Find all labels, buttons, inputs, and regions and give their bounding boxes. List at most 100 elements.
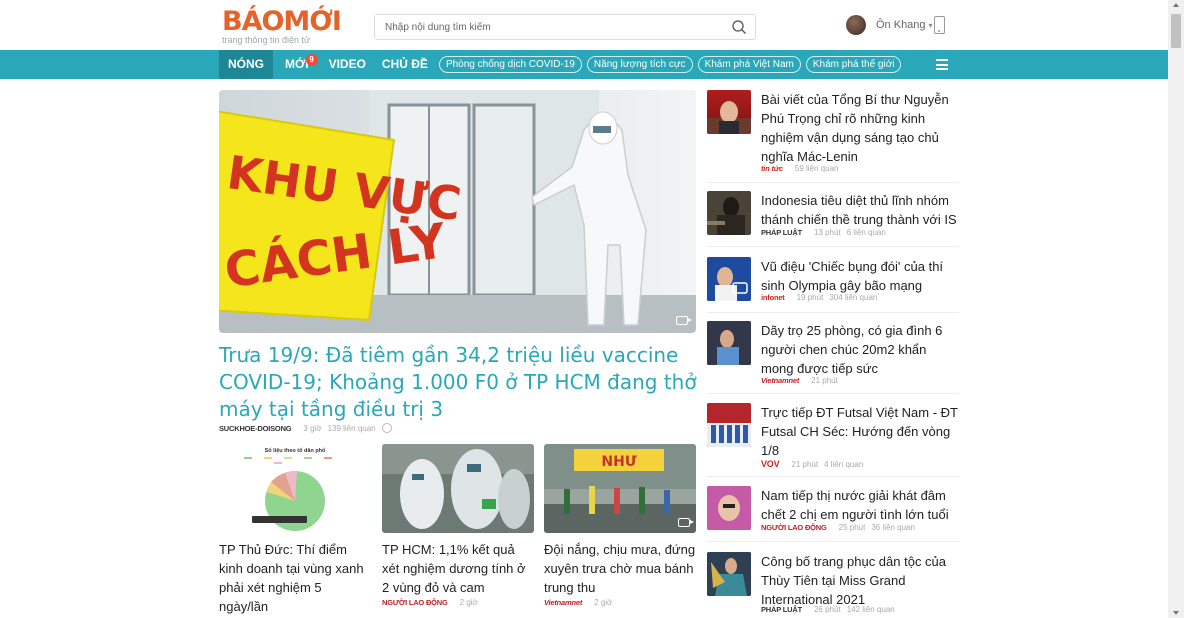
source-logo[interactable]: PHÁP LUẬT (761, 228, 802, 237)
hero-meta: SUCKHOE-DOISONG 3 giờ 139 liên quan (219, 423, 392, 433)
publish-time: 19 phút (796, 293, 824, 302)
hamburger-menu-icon[interactable] (936, 59, 948, 70)
sidebar-article[interactable]: Vũ điệu 'Chiếc bụng đói' của thí sinh Ol… (707, 257, 959, 313)
user-menu[interactable]: Ôn Khang ▾ (846, 15, 933, 35)
street-queue-photo: NHƯ (544, 444, 696, 533)
search-box[interactable] (374, 14, 756, 40)
card-image[interactable] (382, 444, 534, 533)
article-headline[interactable]: Trực tiếp ĐT Futsal Việt Nam - ĐT Futsal… (761, 403, 961, 460)
publish-time: 3 giờ (303, 423, 322, 433)
card-headline[interactable]: Đội nắng, chịu mưa, đứng xuyên trưa chờ … (544, 540, 696, 597)
news-card[interactable]: Số liệu theo tổ dân phố TP Thủ Đức: Thí … (219, 444, 371, 616)
article-headline[interactable]: Dãy trọ 25 phòng, có gia đình 6 người ch… (761, 321, 961, 378)
scroll-up-icon[interactable] (1173, 3, 1179, 7)
source-logo[interactable]: VOV (761, 459, 780, 469)
header: BÁOMỚI trang thông tin điện tử Ôn Khang … (0, 0, 1168, 50)
search-icon[interactable] (731, 19, 747, 35)
sidebar-article[interactable]: Trực tiếp ĐT Futsal Việt Nam - ĐT Futsal… (707, 403, 959, 477)
hero-image[interactable]: KHU VỰC CÁCH LY (219, 90, 696, 333)
sidebar-article[interactable]: Nam tiếp thị nước giải khát đâm chết 2 c… (707, 486, 959, 542)
article-meta: tin tức 59 liên quan (761, 164, 838, 173)
sidebar-article[interactable]: Dãy trọ 25 phòng, có gia đình 6 người ch… (707, 321, 959, 394)
related-count[interactable]: 4 liên quan (824, 460, 863, 469)
related-count[interactable]: 36 liên quan (871, 523, 915, 532)
source-logo[interactable]: NGƯỜI LAO ĐỘNG (382, 598, 448, 607)
publish-time: 13 phút (813, 228, 841, 237)
card-chart-caption: Số liệu theo tổ dân phố (265, 447, 326, 454)
article-thumbnail[interactable] (707, 257, 751, 301)
page-scrollbar[interactable] (1168, 0, 1184, 618)
related-count[interactable]: 142 liên quan (847, 605, 895, 614)
card-image[interactable]: Số liệu theo tổ dân phố (219, 444, 371, 533)
article-headline[interactable]: Nam tiếp thị nước giải khát đâm chết 2 c… (761, 486, 961, 524)
source-logo[interactable]: Vietnamnet (544, 598, 582, 607)
chevron-down-icon[interactable]: ▾ (929, 21, 933, 30)
sidebar-article[interactable]: Indonesia tiêu diệt thủ lĩnh nhóm thánh … (707, 191, 959, 247)
refresh-icon (381, 423, 392, 433)
related-count[interactable]: 6 liên quan (847, 228, 886, 237)
card-meta: NGƯỜI LAO ĐỘNG 2 giờ (382, 598, 534, 607)
topic-pill-explore-vietnam[interactable]: Khám phá Việt Nam (697, 56, 801, 73)
article-meta: Vietnamnet 21 phút (761, 376, 838, 385)
medical-workers-photo (382, 444, 534, 533)
publish-time: 21 phút (791, 459, 819, 469)
article-thumbnail[interactable] (707, 191, 751, 235)
publish-time: 26 phút (813, 605, 841, 614)
logo[interactable]: BÁOMỚI trang thông tin điện tử (222, 8, 342, 46)
svg-text:NHƯ: NHƯ (601, 454, 636, 470)
article-meta: PHÁP LUẬT 26 phút 142 liên quan (761, 605, 895, 614)
topic-pill-positive-energy[interactable]: Năng lượng tích cực (586, 56, 693, 73)
article-meta: NGƯỜI LAO ĐỘNG 25 phút 36 liên quan (761, 523, 915, 532)
hero-headline[interactable]: Trưa 19/9: Đã tiêm gần 34,2 triệu liều v… (219, 342, 699, 423)
gallery-icon (678, 518, 694, 527)
news-card[interactable]: NHƯ Đội nắng, chịu mưa, đứng xuyên trưa … (544, 444, 696, 607)
article-thumbnail[interactable] (707, 90, 751, 134)
user-name[interactable]: Ôn Khang (876, 19, 926, 31)
avatar[interactable] (846, 15, 866, 35)
nav-item-hot[interactable]: NÓNG (219, 50, 273, 79)
pie-chart-graphic: Số liệu theo tổ dân phố (219, 444, 371, 533)
article-thumbnail[interactable] (707, 552, 751, 596)
topic-pill-explore-world[interactable]: Khám phá thế giới (805, 56, 902, 73)
source-logo[interactable]: SUCKHOE-DOISONG (219, 424, 292, 433)
scrollbar-thumb[interactable] (1171, 14, 1181, 48)
new-count-badge: 9 (305, 54, 318, 66)
article-headline[interactable]: Vũ điệu 'Chiếc bụng đói' của thí sinh Ol… (761, 257, 961, 295)
article-meta: VOV 21 phút 4 liên quan (761, 459, 863, 469)
card-headline[interactable]: TP Thủ Đức: Thí điểm kinh doanh tại vùng… (219, 540, 371, 616)
publish-time: 2 giờ (459, 598, 478, 607)
related-count[interactable]: 304 liên quan (829, 293, 877, 302)
related-count[interactable]: 139 liên quan (328, 424, 376, 433)
related-count[interactable]: 59 liên quan (795, 164, 839, 173)
publish-time: 2 giờ (594, 598, 613, 607)
video-icon (676, 316, 692, 325)
sidebar-article[interactable]: Bài viết của Tổng Bí thư Nguyễn Phú Trọn… (707, 90, 959, 183)
article-thumbnail[interactable] (707, 403, 751, 447)
article-headline[interactable]: Indonesia tiêu diệt thủ lĩnh nhóm thánh … (761, 191, 961, 229)
card-image[interactable]: NHƯ (544, 444, 696, 533)
source-logo[interactable]: Vietnamnet (761, 376, 799, 385)
publish-time: 21 phút (811, 376, 838, 385)
card-meta: Vietnamnet 2 giờ (544, 598, 696, 607)
search-input[interactable] (375, 15, 715, 39)
topic-pill-covid[interactable]: Phòng chống dịch COVID-19 (438, 56, 582, 73)
article-headline[interactable]: Công bố trang phục dân tộc của Thùy Tiên… (761, 552, 961, 609)
nav-item-new[interactable]: MỚI 9 (279, 50, 318, 79)
article-thumbnail[interactable] (707, 486, 751, 530)
source-logo[interactable]: infonet (761, 293, 785, 302)
source-logo[interactable]: tin tức (761, 164, 783, 173)
sidebar-article[interactable]: Công bố trang phục dân tộc của Thùy Tiên… (707, 552, 959, 618)
news-card[interactable]: TP HCM: 1,1% kết quả xét nghiệm dương tí… (382, 444, 534, 607)
mobile-phone-icon[interactable] (934, 16, 945, 34)
nav-item-topics[interactable]: CHỦ ĐỀ (376, 50, 434, 79)
publish-time: 25 phút (838, 523, 866, 532)
article-meta: infonet 19 phút 304 liên quan (761, 293, 877, 302)
scroll-down-icon[interactable] (1173, 611, 1179, 615)
article-thumbnail[interactable] (707, 321, 751, 365)
article-headline[interactable]: Bài viết của Tổng Bí thư Nguyễn Phú Trọn… (761, 90, 961, 166)
source-logo[interactable]: NGƯỜI LAO ĐỘNG (761, 523, 827, 532)
nav-item-video[interactable]: VIDEO (323, 50, 372, 79)
card-headline[interactable]: TP HCM: 1,1% kết quả xét nghiệm dương tí… (382, 540, 534, 597)
source-logo[interactable]: PHÁP LUẬT (761, 605, 802, 614)
logo-text[interactable]: BÁOMỚI (222, 8, 342, 36)
